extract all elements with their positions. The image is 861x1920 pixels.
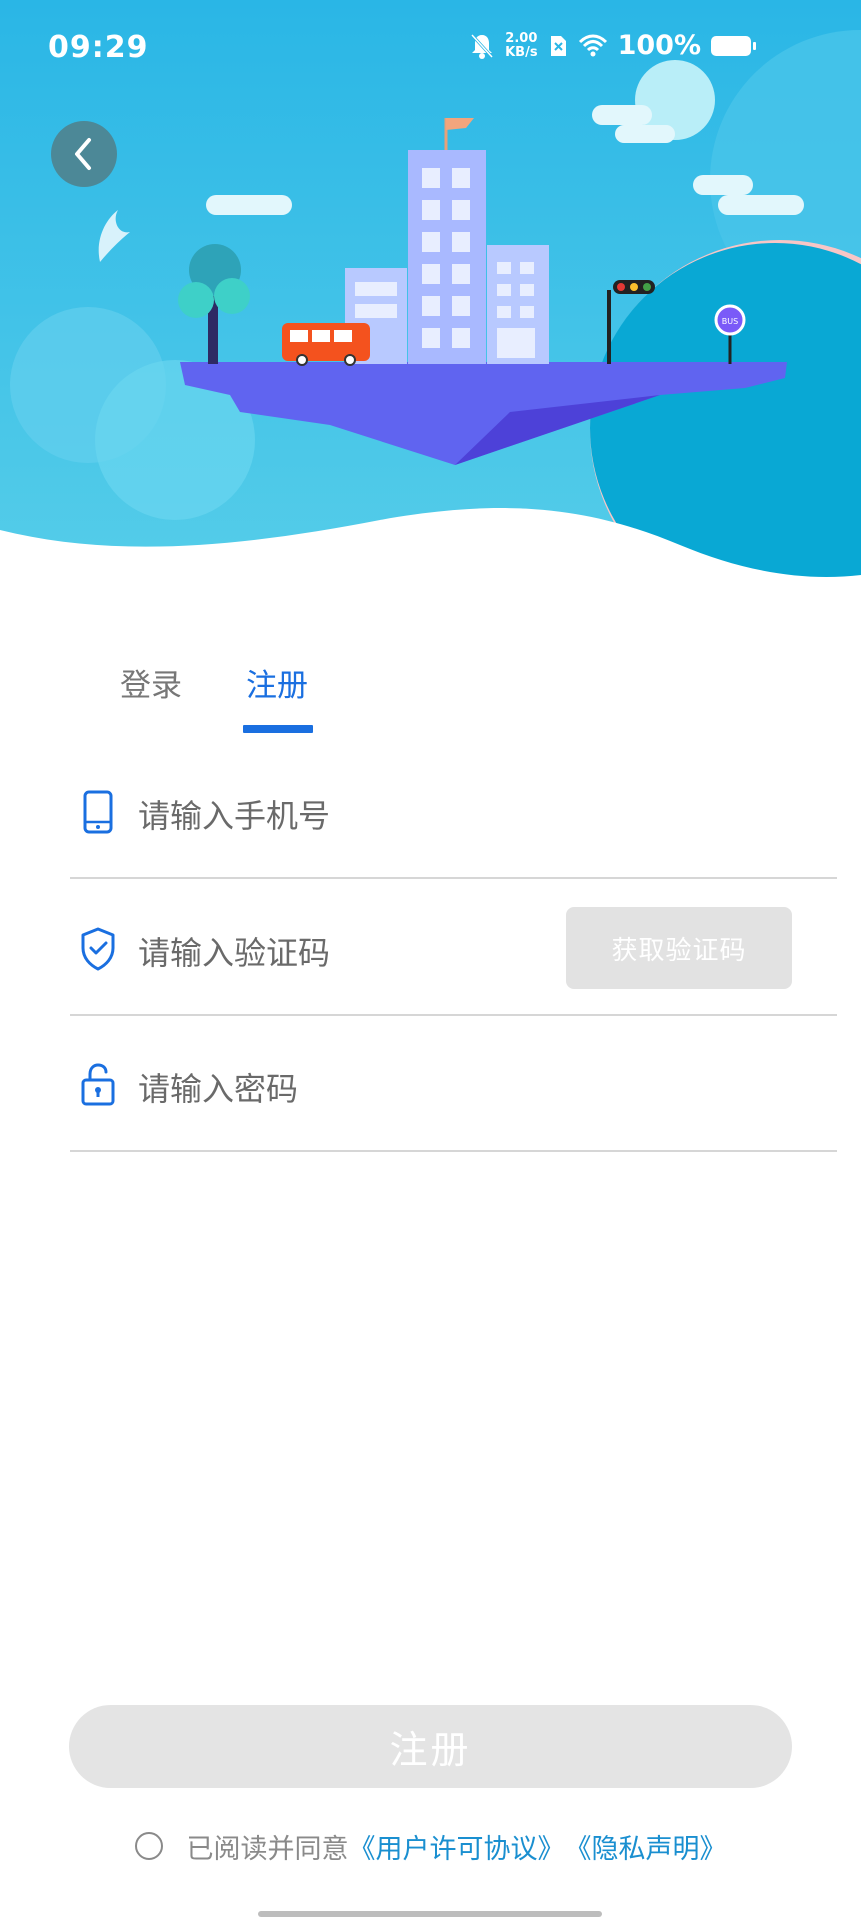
home-indicator [258, 1911, 602, 1917]
svg-text:BUS: BUS [722, 317, 738, 326]
lock-icon [81, 1063, 115, 1106]
battery-icon [711, 35, 756, 56]
chevron-left-icon [75, 138, 91, 170]
mute-notification-icon [470, 33, 494, 59]
tab-register[interactable]: 注册 [246, 660, 308, 705]
privacy-statement-link[interactable]: 《隐私声明》 [565, 1827, 727, 1866]
back-button[interactable] [51, 121, 117, 187]
no-sim-icon [550, 35, 566, 56]
password-input-placeholder: 请输入密码 [138, 1070, 299, 1108]
agreement-checkbox[interactable] [134, 1832, 163, 1860]
auth-tabs: 登录 注册 [0, 650, 861, 740]
phone-icon [83, 790, 113, 834]
network-speed-unit: KB/s [505, 44, 538, 60]
network-speed-value: 2.00 [505, 30, 538, 46]
shield-check-icon [81, 927, 115, 971]
status-time: 09:29 [48, 30, 149, 65]
register-submit-button[interactable]: 注册 [69, 1705, 792, 1788]
active-tab-indicator [243, 725, 313, 733]
status-bar: 09:29 2.00 KB/s 100% [0, 0, 861, 100]
user-license-link[interactable]: 《用户许可协议》 [349, 1827, 565, 1866]
password-field[interactable]: 请输入密码 [70, 1014, 837, 1152]
status-indicators: 2.00 KB/s 100% [469, 30, 756, 61]
battery-percent: 100% [617, 30, 701, 61]
tab-login[interactable]: 登录 [120, 660, 182, 705]
agreement-row: 已阅读并同意 《用户许可协议》 《隐私声明》 [0, 1826, 861, 1866]
code-input-placeholder: 请输入验证码 [138, 934, 331, 972]
phone-field[interactable]: 请输入手机号 [70, 741, 837, 879]
phone-input-placeholder: 请输入手机号 [138, 797, 331, 835]
network-speed: 2.00 KB/s [505, 30, 538, 60]
get-code-button[interactable]: 获取验证码 [566, 907, 792, 989]
agreement-text: 已阅读并同意 [186, 1833, 349, 1865]
wifi-icon [578, 34, 607, 56]
